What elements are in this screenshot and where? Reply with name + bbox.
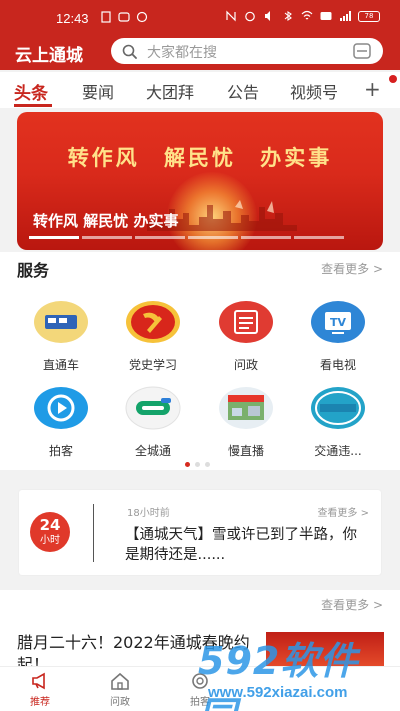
- status-system-icons: 78: [225, 10, 380, 22]
- status-bar: 12:43 78: [0, 0, 400, 34]
- nav-label: 推荐: [30, 697, 50, 708]
- page-dot: [195, 462, 200, 467]
- service-label: 问政: [233, 358, 258, 372]
- nav-label: 问政: [110, 697, 130, 708]
- search-bar[interactable]: 大家都在搜: [111, 38, 383, 64]
- traffic-violation-icon: [311, 387, 365, 429]
- services-section: 服务 查看更多 > 直通车 党史学习 问政 TV 看电视 拍客 全城通 慢直播 …: [0, 252, 400, 470]
- app-header: 云上通城 大家都在搜: [0, 34, 400, 70]
- badge-number: 24: [39, 516, 61, 534]
- scan-icon[interactable]: [353, 43, 371, 59]
- news-time: 18小时前: [127, 508, 170, 519]
- status-notification-icons: [100, 11, 148, 23]
- battery-icon: 78: [358, 10, 380, 22]
- inquiry-icon: [219, 301, 273, 343]
- tab-shipinhao[interactable]: 视频号: [290, 79, 338, 103]
- service-label: 党史学习: [128, 358, 177, 372]
- channel-tabs: 头条 要闻 大团拜 公告 视频号 +: [0, 72, 400, 108]
- party-emblem-icon: [126, 301, 180, 343]
- slide-indicator: [188, 236, 238, 239]
- message-icon: [118, 12, 130, 22]
- services-more-link[interactable]: 查看更多 >: [321, 260, 383, 277]
- slide-indicator: [294, 236, 344, 239]
- alarm-icon: [245, 11, 255, 22]
- page-dot: [185, 462, 190, 467]
- search-placeholder: 大家都在搜: [147, 45, 217, 61]
- megaphone-icon: [32, 672, 45, 690]
- service-party-history[interactable]: 党史学习: [113, 300, 193, 373]
- service-paike[interactable]: 拍客: [21, 386, 101, 459]
- recommend-more-link[interactable]: 查看更多 >: [321, 596, 383, 613]
- service-watch-tv[interactable]: TV 看电视: [298, 300, 378, 373]
- services-page-indicator: [185, 462, 210, 467]
- tab-datuanbai[interactable]: 大团拜: [146, 79, 194, 103]
- hd-icon: [320, 12, 332, 20]
- app-notify-icon: [136, 11, 148, 23]
- bluetooth-icon: [284, 10, 292, 22]
- status-time: 12:43: [56, 11, 89, 26]
- app-title: 云上通城: [15, 46, 83, 66]
- active-tab-indicator: [14, 104, 52, 107]
- service-slow-live[interactable]: 慢直播: [206, 386, 286, 459]
- service-traffic-violation[interactable]: 交通违...: [298, 386, 378, 459]
- page-dot: [205, 462, 210, 467]
- service-label: 拍客: [48, 444, 73, 458]
- nfc-icon: [226, 10, 236, 22]
- nav-inquiry[interactable]: 问政: [90, 672, 150, 708]
- news-24h-badge: 24 小时: [30, 512, 70, 552]
- tab-yaowen[interactable]: 要闻: [82, 79, 114, 103]
- banner-caption: 转作风 解民忧 办实事: [33, 212, 179, 230]
- city-pass-icon: [125, 386, 181, 430]
- banner-carousel[interactable]: 转作风 解民忧 办实事 转作风 解民忧 办实事: [17, 112, 383, 250]
- banner-slogan: 转作风 解民忧 办实事: [67, 145, 333, 170]
- home-icon: [111, 672, 129, 690]
- slow-live-icon: [219, 387, 273, 429]
- service-label: 交通违...: [314, 444, 362, 458]
- news-more-link[interactable]: 查看更多 >: [317, 504, 369, 519]
- video-play-icon: [34, 387, 88, 429]
- service-label: 慢直播: [227, 444, 264, 458]
- new-badge-dot: [389, 75, 397, 83]
- add-channel-icon[interactable]: +: [364, 77, 381, 101]
- wifi-icon: [301, 10, 313, 20]
- banner-progress-indicator: [29, 236, 344, 239]
- slide-indicator: [29, 236, 79, 239]
- card-divider: [93, 504, 94, 562]
- sim-icon: [101, 11, 111, 23]
- search-icon: [122, 44, 137, 59]
- service-label: 看电视: [319, 358, 356, 372]
- service-inquiry[interactable]: 问政: [206, 300, 286, 373]
- watermark-url: www.592xiazai.com: [208, 684, 348, 701]
- tv-icon: TV: [311, 301, 365, 343]
- through-train-icon: [34, 301, 88, 343]
- service-label: 全城通: [134, 444, 171, 458]
- services-title: 服务: [17, 261, 50, 280]
- signal-icon: [340, 11, 351, 21]
- mute-icon: [265, 11, 270, 21]
- service-city-pass[interactable]: 全城通: [113, 386, 193, 459]
- slide-indicator: [82, 236, 132, 239]
- slide-indicator: [241, 236, 291, 239]
- news-24h-card[interactable]: 24 小时 18小时前 查看更多 > 【通城天气】雪或许已到了半路，你是期待还是…: [19, 490, 381, 575]
- tab-gonggao[interactable]: 公告: [227, 79, 259, 103]
- nav-recommend[interactable]: 推荐: [10, 672, 70, 708]
- watermark-logo: 592软件园 www.592xiazai.com: [178, 620, 394, 711]
- slide-indicator: [135, 236, 185, 239]
- service-through-train[interactable]: 直通车: [21, 300, 101, 373]
- badge-text: 小时: [40, 535, 60, 546]
- tab-toutiao[interactable]: 头条: [14, 79, 48, 104]
- service-label: 直通车: [42, 358, 79, 372]
- svg-text:TV: TV: [330, 316, 347, 329]
- news-headline[interactable]: 【通城天气】雪或许已到了半路，你是期待还是......: [125, 525, 371, 565]
